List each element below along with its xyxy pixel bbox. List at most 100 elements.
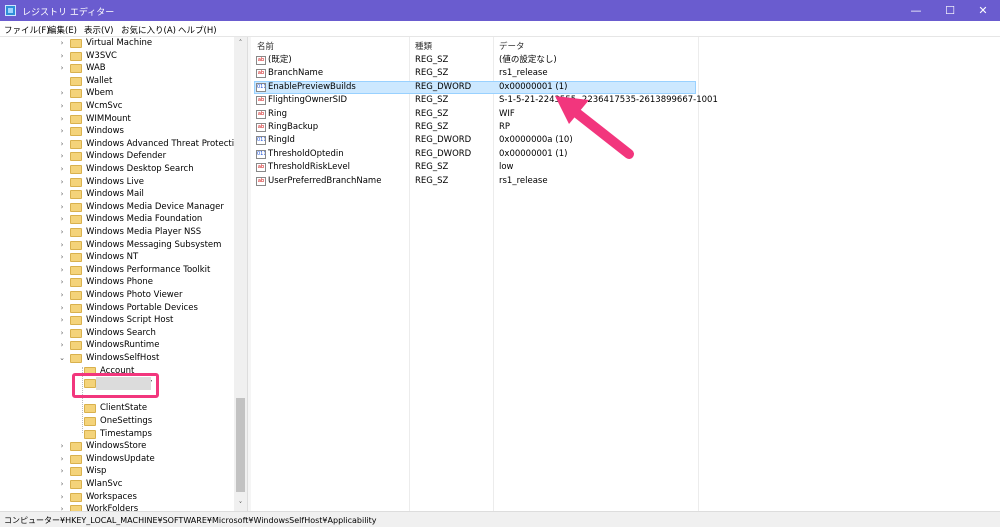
expand-right-icon[interactable]: › bbox=[58, 100, 66, 113]
value-name: ThresholdOptedin bbox=[268, 148, 344, 159]
column-header-type[interactable]: 種類 bbox=[415, 40, 432, 52]
tree-item[interactable]: › WlanSvc bbox=[0, 478, 234, 491]
tree-item[interactable]: › WindowsUpdate bbox=[0, 453, 234, 466]
value-row[interactable]: ab UserPreferredBranchName REG_SZ rs1_relea… bbox=[251, 175, 1000, 188]
expand-right-icon[interactable]: › bbox=[58, 251, 66, 264]
tree-item[interactable]: Timestamps bbox=[0, 428, 234, 441]
tree-item[interactable]: › Virtual Machine bbox=[0, 37, 234, 50]
menu-view[interactable]: 表示(V) bbox=[84, 24, 113, 36]
tree-item[interactable]: › WIMMount bbox=[0, 113, 234, 126]
tree-item-label: Windows bbox=[86, 126, 124, 137]
tree-item[interactable]: › Windows Desktop Search bbox=[0, 163, 234, 176]
tree-item[interactable]: › Windows Defender bbox=[0, 150, 234, 163]
tree-item[interactable]: › Wisp bbox=[0, 465, 234, 478]
tree-item[interactable]: › Windows Live bbox=[0, 176, 234, 189]
scroll-thumb[interactable] bbox=[236, 398, 245, 492]
tree-item-label: Windows Performance Toolkit bbox=[86, 264, 211, 275]
folder-icon bbox=[70, 127, 82, 137]
tree-item-label: Windows Messaging Subsystem bbox=[86, 239, 222, 250]
expand-right-icon[interactable]: › bbox=[58, 314, 66, 327]
value-row[interactable]: ab ThresholdRiskLevel REG_SZ low bbox=[251, 161, 1000, 174]
expand-right-icon[interactable]: › bbox=[58, 276, 66, 289]
expand-right-icon[interactable]: › bbox=[58, 62, 66, 75]
expand-right-icon[interactable]: › bbox=[58, 302, 66, 315]
expand-right-icon[interactable]: › bbox=[58, 239, 66, 252]
expand-right-icon[interactable]: › bbox=[58, 201, 66, 214]
close-button[interactable]: ✕ bbox=[966, 0, 1000, 21]
tree-scrollbar[interactable]: ˄ ˅ bbox=[234, 37, 247, 511]
folder-icon bbox=[70, 102, 82, 111]
expand-right-icon[interactable]: › bbox=[58, 264, 66, 277]
tree-item[interactable]: › Windows Media Foundation bbox=[0, 213, 234, 226]
expand-right-icon[interactable]: › bbox=[58, 453, 66, 466]
tree-item[interactable]: › Windows Photo Viewer bbox=[0, 289, 234, 302]
menu-edit[interactable]: 編集(E) bbox=[48, 24, 77, 36]
tree-item[interactable]: › WAB bbox=[0, 62, 234, 75]
expand-right-icon[interactable]: › bbox=[58, 163, 66, 176]
value-name: ThresholdRiskLevel bbox=[268, 162, 350, 173]
expand-right-icon[interactable]: › bbox=[58, 465, 66, 478]
expand-right-icon[interactable]: › bbox=[58, 339, 66, 352]
tree-item[interactable]: › Windows Phone bbox=[0, 276, 234, 289]
scroll-down-arrow-icon[interactable]: ˅ bbox=[234, 499, 247, 511]
expand-right-icon[interactable]: › bbox=[58, 37, 66, 50]
folder-icon bbox=[70, 492, 82, 502]
registry-key-tree[interactable]: › Virtual Machine › W3SVC › WAB Wallet › Wbem › Wc… bbox=[0, 37, 247, 511]
string-value-icon: ab bbox=[256, 56, 266, 65]
value-row[interactable]: ab (既定) REG_SZ (値の設定なし) bbox=[251, 54, 1000, 67]
tree-item[interactable]: › WorkFolders bbox=[0, 503, 234, 511]
folder-icon bbox=[70, 480, 82, 489]
expand-right-icon[interactable]: › bbox=[58, 188, 66, 201]
maximize-button[interactable]: ☐ bbox=[933, 0, 967, 21]
value-name: UserPreferredBranchName bbox=[268, 175, 382, 186]
tree-item[interactable]: › Windows Media Device Manager bbox=[0, 201, 234, 214]
tree-item-label: Windows Script Host bbox=[86, 315, 174, 326]
minimize-button[interactable]: — bbox=[899, 0, 933, 21]
tree-item[interactable]: › Wbem bbox=[0, 87, 234, 100]
expand-right-icon[interactable]: › bbox=[58, 327, 66, 340]
scroll-up-arrow-icon[interactable]: ˄ bbox=[234, 37, 247, 49]
column-header-name[interactable]: 名前 bbox=[257, 40, 274, 52]
tree-item[interactable]: ClientState bbox=[0, 402, 234, 415]
expand-right-icon[interactable]: › bbox=[58, 440, 66, 453]
expand-down-icon[interactable]: ⌄ bbox=[58, 352, 66, 365]
tree-item[interactable]: › Windows Advanced Threat Protection bbox=[0, 138, 245, 151]
tree-item[interactable]: › Windows Script Host bbox=[0, 314, 234, 327]
expand-right-icon[interactable]: › bbox=[58, 125, 66, 138]
tree-item[interactable]: › Windows Messaging Subsystem bbox=[0, 239, 234, 252]
expand-right-icon[interactable]: › bbox=[58, 50, 66, 63]
tree-item[interactable]: › WindowsStore bbox=[0, 440, 234, 453]
menu-favorites[interactable]: お気に入り(A) bbox=[121, 24, 176, 36]
tree-item[interactable]: › WcmSvc bbox=[0, 100, 234, 113]
expand-right-icon[interactable]: › bbox=[58, 113, 66, 126]
expand-right-icon[interactable]: › bbox=[58, 226, 66, 239]
expand-right-icon[interactable]: › bbox=[58, 503, 66, 511]
tree-item[interactable]: › Windows bbox=[0, 125, 234, 138]
expand-right-icon[interactable]: › bbox=[58, 138, 66, 151]
expand-right-icon[interactable]: › bbox=[58, 150, 66, 163]
menu-file[interactable]: ファイル(F) bbox=[4, 24, 50, 36]
column-header-data[interactable]: データ bbox=[499, 40, 525, 52]
tree-item[interactable]: OneSettings bbox=[0, 415, 234, 428]
tree-item[interactable]: › Windows Portable Devices bbox=[0, 302, 234, 315]
folder-icon bbox=[70, 177, 82, 187]
tree-item[interactable]: › Workspaces bbox=[0, 491, 234, 504]
tree-item[interactable]: › Windows Performance Toolkit bbox=[0, 264, 234, 277]
tree-item[interactable]: › Windows Mail bbox=[0, 188, 234, 201]
tree-item[interactable]: › Windows Media Player NSS bbox=[0, 226, 234, 239]
expand-right-icon[interactable]: › bbox=[58, 491, 66, 504]
tree-item[interactable]: › W3SVC bbox=[0, 50, 234, 63]
tree-item[interactable]: › Windows NT bbox=[0, 251, 234, 264]
expand-right-icon[interactable]: › bbox=[58, 289, 66, 302]
expand-right-icon[interactable]: › bbox=[58, 176, 66, 189]
expand-right-icon[interactable]: › bbox=[58, 478, 66, 491]
tree-item[interactable]: › Windows Search bbox=[0, 327, 234, 340]
menu-help[interactable]: ヘルプ(H) bbox=[178, 24, 217, 36]
folder-icon bbox=[84, 429, 96, 439]
expand-right-icon[interactable]: › bbox=[58, 213, 66, 226]
value-row[interactable]: ab BranchName REG_SZ rs1_release bbox=[251, 67, 1000, 80]
tree-item[interactable]: › WindowsRuntime bbox=[0, 339, 234, 352]
expand-right-icon[interactable]: › bbox=[58, 87, 66, 100]
tree-item[interactable]: Wallet bbox=[0, 75, 234, 88]
tree-item[interactable]: ⌄ WindowsSelfHost bbox=[0, 352, 234, 365]
